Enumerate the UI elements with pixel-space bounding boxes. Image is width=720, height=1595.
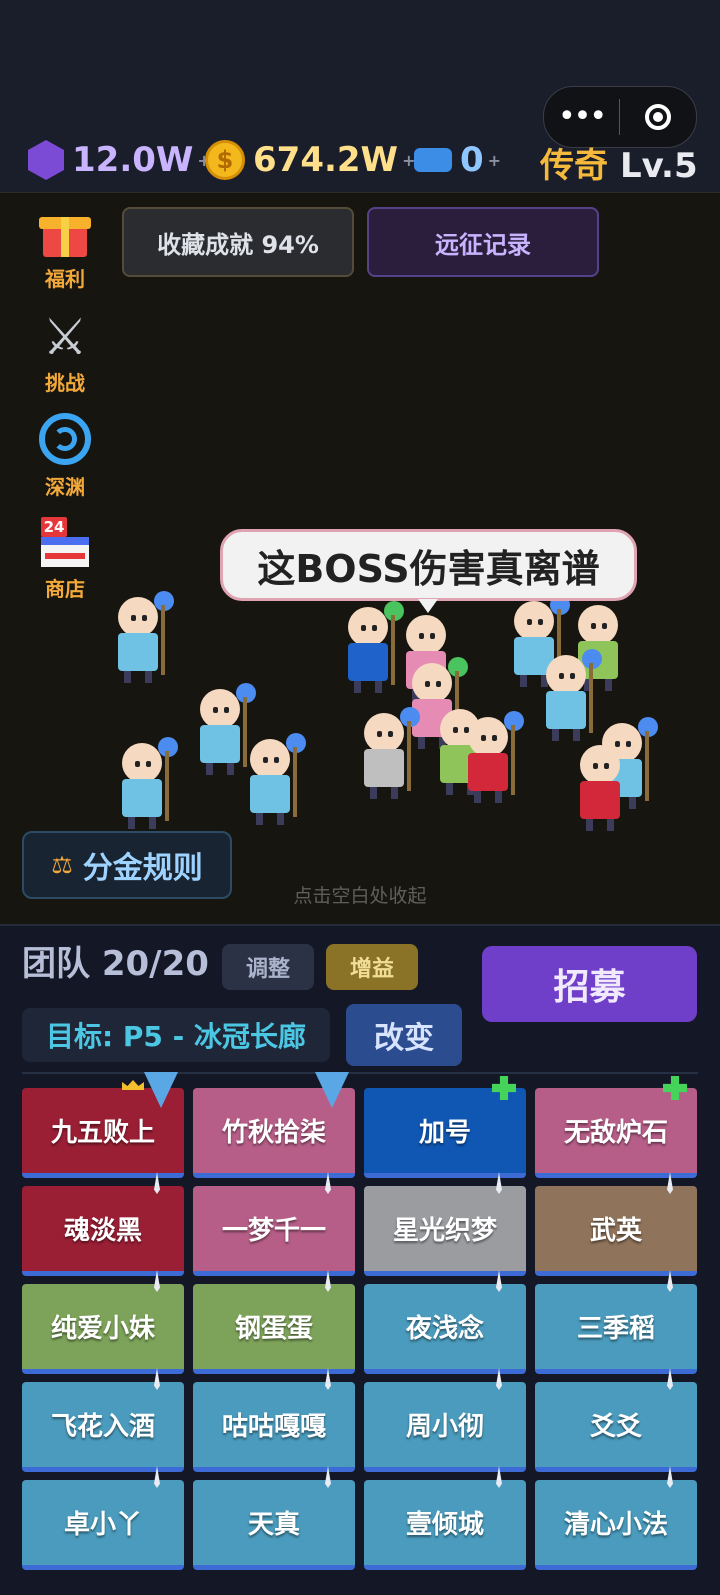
sidebar-item-label: 挑战 (45, 371, 85, 395)
member-name: 无敌炉石 (563, 1118, 668, 1148)
player-rank: 传奇 Lv.5 (540, 138, 698, 187)
member-name: 壹倾城 (405, 1510, 484, 1540)
target-stage: 目标: P5 - 冰冠长廊 (22, 1008, 330, 1062)
team-member-card[interactable]: 一梦千一 (193, 1172, 355, 1276)
member-name: 天真 (247, 1510, 300, 1540)
battlefield[interactable]: 福利 ⚔ 挑战 深渊 24 商店 收藏成就 94% 远征记录 这BOSS伤害真离… (0, 192, 720, 925)
gem-amount: 12.0W (72, 140, 194, 180)
sidebar-item-label: 商店 (45, 577, 85, 601)
member-name: 钢蛋蛋 (234, 1314, 313, 1344)
member-name: 加号 (418, 1118, 471, 1148)
team-member-card[interactable]: 武英 (535, 1172, 697, 1276)
target-icon (644, 104, 671, 130)
sidebar-item-label: 福利 (45, 267, 85, 291)
team-member-card[interactable]: 卓小丫 (22, 1466, 184, 1570)
buff-button[interactable]: 增益 (326, 944, 418, 990)
team-count: 团队 20/20 (22, 944, 209, 984)
sidebar-item-welfare[interactable]: 福利 (30, 205, 100, 292)
team-member-card[interactable]: 无敌炉石 (535, 1076, 697, 1178)
shield-icon (315, 1072, 349, 1108)
gift-icon (37, 205, 93, 261)
collection-achievement-button[interactable]: 收藏成就 94% (122, 207, 354, 277)
team-member-card[interactable]: 咕咕嘎嘎 (193, 1368, 355, 1472)
expedition-record-button[interactable]: 远征记录 (367, 207, 599, 277)
member-name: 星光织梦 (392, 1216, 497, 1246)
gold-amount: 674.2W (253, 140, 399, 180)
rank-title: 传奇 (540, 146, 608, 186)
member-name: 周小彻 (405, 1412, 484, 1442)
team-member-card[interactable]: 加号 (364, 1076, 526, 1178)
heal-cross-icon (663, 1076, 687, 1100)
shop-icon: 24 (37, 515, 93, 571)
team-member-card[interactable]: 星光织梦 (364, 1172, 526, 1276)
balance-scale-icon: ⚖ (51, 851, 73, 879)
sidebar-item-shop[interactable]: 24 商店 (30, 515, 100, 602)
member-name: 飞花入酒 (50, 1412, 155, 1442)
team-member-card[interactable]: 天真 (193, 1466, 355, 1570)
ticket-plus: + (487, 150, 502, 170)
recruit-button[interactable]: 招募 (482, 946, 697, 1022)
gem-resource[interactable]: 12.0W + (28, 138, 211, 182)
hero-unit (196, 683, 256, 777)
hero-unit (344, 601, 404, 695)
member-name: 咕咕嘎嘎 (221, 1412, 326, 1442)
shop-badge: 24 (41, 517, 67, 537)
vortex-icon (39, 413, 91, 465)
crown-icon (122, 1080, 144, 1090)
team-member-card[interactable]: 夜浅念 (364, 1270, 526, 1374)
coin-icon: $ (205, 140, 245, 180)
gem-icon (28, 140, 64, 180)
hero-unit (360, 707, 420, 801)
team-panel: 团队 20/20 调整 增益 招募 目标: P5 - 冰冠长廊 改变 九五败上 竹… (0, 924, 720, 1595)
close-miniprogram-button[interactable] (620, 104, 695, 130)
team-member-card[interactable]: 钢蛋蛋 (193, 1270, 355, 1374)
team-member-card[interactable]: 壹倾城 (364, 1466, 526, 1570)
hero-unit (114, 591, 174, 685)
member-name: 卓小丫 (63, 1510, 142, 1540)
member-name: 武英 (589, 1216, 642, 1246)
speech-bubble: 这BOSS伤害真离谱 (220, 529, 637, 601)
member-name: 清心小法 (563, 1510, 668, 1540)
sidebar-item-label: 深渊 (45, 475, 85, 499)
team-member-card[interactable]: 纯爱小妹 (22, 1270, 184, 1374)
member-name: 爻爻 (589, 1412, 642, 1442)
crossed-swords-icon: ⚔ (42, 308, 88, 366)
hero-unit (246, 733, 306, 827)
top-bar: ••• 12.0W + $ 674.2W + 0 + 传奇Lv.5 (0, 0, 720, 192)
heal-cross-icon (492, 1076, 516, 1100)
team-member-card[interactable]: 三季稻 (535, 1270, 697, 1374)
member-name: 一梦千一 (221, 1216, 326, 1246)
member-name: 纯爱小妹 (50, 1314, 155, 1344)
gold-resource[interactable]: $ 674.2W + (205, 138, 415, 182)
team-member-card[interactable]: 爻爻 (535, 1368, 697, 1472)
player-level: Lv.5 (620, 146, 698, 186)
hero-unit (464, 711, 524, 805)
sidebar-item-challenge[interactable]: ⚔ 挑战 (30, 309, 100, 396)
ticket-resource[interactable]: 0 + (414, 138, 501, 182)
member-name: 夜浅念 (405, 1314, 484, 1344)
team-member-card[interactable]: 清心小法 (535, 1466, 697, 1570)
team-member-card[interactable]: 周小彻 (364, 1368, 526, 1472)
ticket-icon (414, 148, 452, 172)
team-member-card[interactable]: 九五败上 (22, 1072, 184, 1178)
shield-icon (144, 1072, 178, 1108)
sidebar-item-abyss[interactable]: 深渊 (30, 413, 100, 500)
hero-unit (118, 737, 178, 831)
hero-unit (542, 649, 602, 743)
adjust-button[interactable]: 调整 (222, 944, 314, 990)
member-name: 九五败上 (50, 1118, 155, 1148)
member-name: 三季稻 (576, 1314, 655, 1344)
team-member-card[interactable]: 竹秋拾柒 (193, 1072, 355, 1178)
member-name: 竹秋拾柒 (221, 1118, 326, 1148)
speech-bubble-tail (418, 599, 438, 613)
collapse-hint: 点击空白处收起 (293, 885, 427, 907)
panel-divider (22, 1072, 698, 1074)
team-member-card[interactable]: 魂淡黑 (22, 1172, 184, 1276)
change-target-button[interactable]: 改变 (346, 1004, 462, 1066)
team-member-card[interactable]: 飞花入酒 (22, 1368, 184, 1472)
member-name: 魂淡黑 (63, 1216, 142, 1246)
hero-unit (576, 745, 624, 833)
ticket-amount: 0 (460, 140, 484, 180)
